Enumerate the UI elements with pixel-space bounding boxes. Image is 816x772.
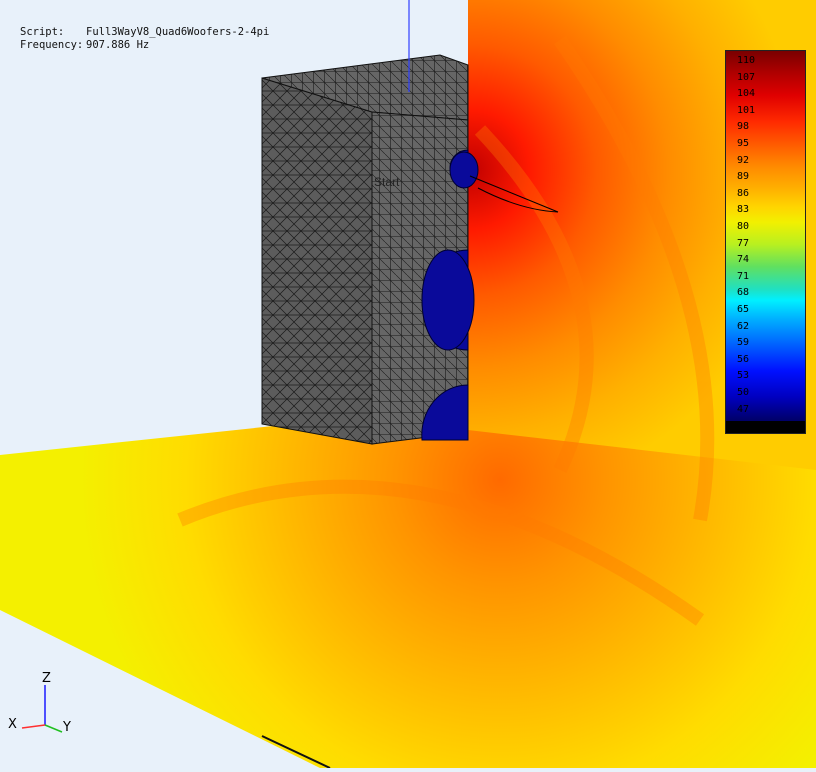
script-value: Full3WayV8_Quad6Woofers-2-4pi: [86, 26, 270, 38]
axis-z-label: Z: [42, 671, 51, 686]
colorbar-tick-label: 95: [737, 138, 750, 149]
colorbar-tick-label: 71: [737, 270, 750, 282]
colorbar-tick-label: 107: [737, 71, 756, 83]
colorbar-tick-label: 53: [737, 370, 750, 382]
colorbar-tick-label: 80: [737, 221, 750, 232]
colorbar-tick-label: 68: [737, 287, 750, 299]
x-axis-line: [21, 724, 46, 729]
colorbar-tick-label: 50: [737, 387, 750, 398]
simulation-info: Script: Full3WayV8_Quad6Woofers-2-4pi Fre…: [20, 26, 269, 52]
spl-colorbar: 110 107 104 101 98 95 92 89 86 83 80 77 74 71 68 65 62 59…: [725, 50, 806, 434]
orientation-axes: Z X Y: [8, 671, 71, 735]
colorbar-tick-label: 74: [737, 254, 750, 266]
colorbar-tick-label: 110: [737, 55, 756, 66]
tweeter-dome: [449, 151, 479, 189]
colorbar-tick-label: 77: [737, 237, 750, 249]
colorbar-tick-label: 98: [737, 121, 750, 133]
colorbar-tick-label: 86: [737, 187, 750, 199]
colorbar-tick-label: 104: [737, 88, 756, 100]
colorbar-tick-label: 62: [737, 320, 750, 332]
colorbar-footer: [726, 421, 805, 433]
colorbar-tick-label: 59: [737, 337, 750, 349]
floor-field-plane: [0, 420, 816, 768]
colorbar-tick-label: 101: [737, 104, 756, 116]
colorbar-tick-label: 92: [737, 154, 750, 166]
colorbar-tick-label: 65: [737, 304, 750, 315]
frequency-label: Frequency:: [20, 39, 84, 51]
y-axis-line: [44, 724, 63, 733]
colorbar-tick-label: 47: [737, 403, 750, 415]
sound-field-scene: Start: [0, 0, 816, 769]
cabinet-side: [261, 77, 373, 445]
source-start-label: Start: [374, 175, 400, 189]
script-label: Script:: [20, 26, 65, 38]
colorbar-tick-label: 56: [737, 353, 750, 365]
axis-x-label: X: [8, 717, 17, 732]
colorbar-tick-label: 83: [737, 204, 750, 216]
colorbar-tick-label: 89: [737, 171, 750, 183]
frequency-value: 907.886 Hz: [86, 39, 150, 51]
axis-y-label: Y: [62, 720, 71, 735]
simulation-viewport[interactable]: Start Script: Full3WayV8_Quad6Woofers-2-4…: [0, 0, 816, 769]
